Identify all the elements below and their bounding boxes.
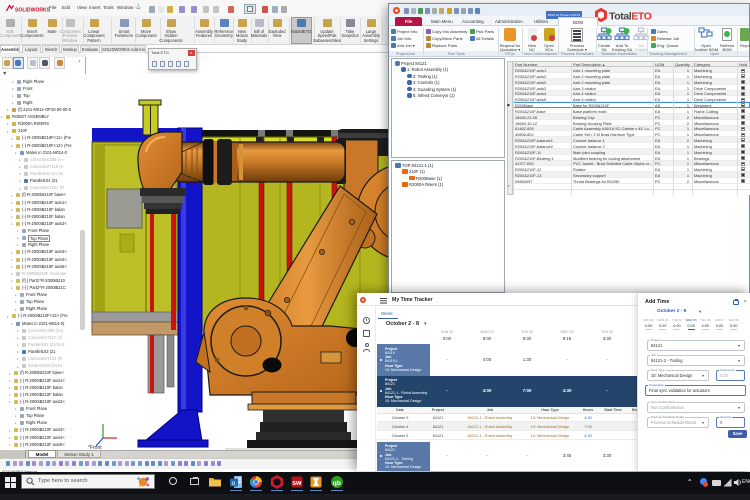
svg-text:qb: qb bbox=[333, 479, 341, 486]
svg-text:TotalETO: TotalETO bbox=[609, 11, 652, 23]
svg-text:SOLIDWORKS: SOLIDWORKS bbox=[15, 7, 51, 13]
svg-text:sw: sw bbox=[292, 479, 302, 486]
svg-text:o: o bbox=[232, 480, 236, 487]
